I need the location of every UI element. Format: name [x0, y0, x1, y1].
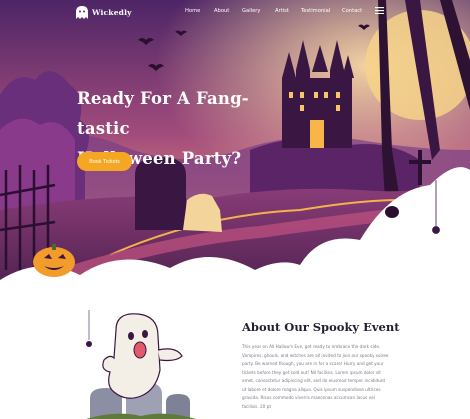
nav-item-artist[interactable]: Artist [275, 8, 289, 14]
hero-section: Wickedly Home About Gallery Artist Testi… [0, 0, 470, 300]
top-navigation: Wickedly Home About Gallery Artist Testi… [0, 0, 470, 24]
nav-item-about[interactable]: About [214, 8, 229, 14]
ghost-illustration [86, 310, 196, 419]
about-title: About Our Spooky Event [242, 320, 400, 334]
hero-title-line-1: Ready For A Fang-tastic [77, 89, 249, 138]
nav-item-home[interactable]: Home [185, 8, 200, 14]
about-paragraph: This year on All Hallow's Eve, get ready… [242, 344, 389, 409]
hamburger-menu-icon[interactable] [375, 7, 384, 14]
nav-item-gallery[interactable]: Gallery [242, 8, 260, 14]
ghost-icon [76, 6, 88, 19]
brand-name: Wickedly [92, 8, 132, 17]
book-tickets-button[interactable]: Book Tickets [77, 152, 132, 171]
nav-item-testimonial[interactable]: Testimonial [301, 8, 330, 14]
brand-logo[interactable]: Wickedly [76, 6, 132, 19]
nav-item-contact[interactable]: Contact [342, 8, 362, 14]
